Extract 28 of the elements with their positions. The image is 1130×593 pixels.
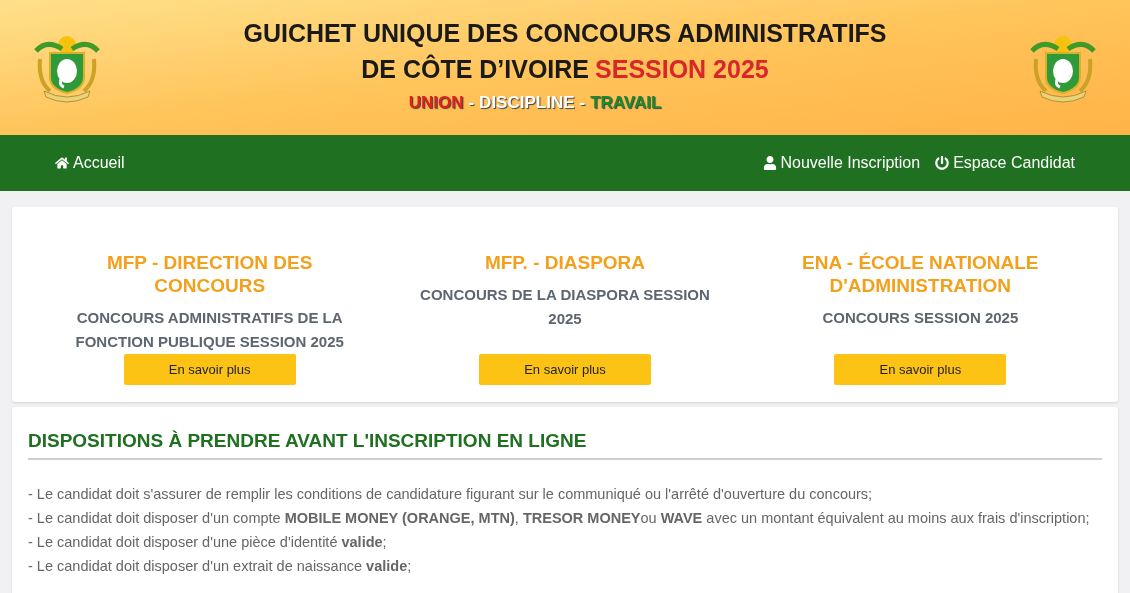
- section-heading: DISPOSITIONS À PRENDRE AVANT L'INSCRIPTION EN LIGNE: [28, 427, 1102, 460]
- home-icon: [55, 156, 69, 170]
- instruction-text: - Le candidat doit disposer d'un extrait de naissance valide;: [28, 556, 413, 576]
- card-subtitle: CONCOURS ADMINISTRATIFS DE LA FONCTION PUBLIQUE SESSION 2025: [74, 308, 345, 352]
- motto-word: -: [579, 91, 586, 114]
- more-button[interactable]: En savoir plus: [123, 354, 296, 385]
- motto-word: TRAVAIL: [590, 91, 662, 114]
- card-title: MFP. - DIASPORA: [483, 251, 647, 274]
- power-icon: [935, 156, 950, 170]
- instruction-text: - Le candidat doit disposer d'un compte MOBILE MONEY (ORANGE, MTN), TRESOR MONEYou WAVE avec un montant équivalent au moins aux frais d'inscription;: [28, 508, 1091, 528]
- card-subtitle: CONCOURS DE LA DIASPORA SESSION 2025: [419, 285, 711, 329]
- card-title: MFP - DIRECTION DES CONCOURS: [105, 251, 314, 297]
- nav-link[interactable]: Espace Candidat: [935, 151, 1075, 175]
- more-button[interactable]: En savoir plus: [834, 354, 1007, 385]
- site-title: DE CÔTE D’IVOIRE: [361, 53, 590, 85]
- instruction-text: - Le candidat doit s'assurer de remplir les conditions de candidature figurant sur le communiqué ou l'arrêté d'ouverture du concours;: [28, 484, 874, 504]
- motto-word: UNION: [408, 91, 464, 114]
- card-title: ENA - ÉCOLE NATIONALE D'ADMINISTRATION: [801, 251, 1040, 297]
- motto-word: DISCIPLINE: [479, 91, 575, 114]
- motto-word: -: [468, 91, 475, 114]
- nav-link[interactable]: Accueil: [55, 151, 125, 175]
- site-title: GUICHET UNIQUE DES CONCOURS ADMINISTRATIFS: [243, 17, 887, 49]
- card-subtitle: CONCOURS SESSION 2025: [821, 308, 1020, 328]
- session-label: SESSION 2025: [595, 53, 769, 85]
- more-button[interactable]: En savoir plus: [479, 354, 651, 385]
- nav-link[interactable]: Nouvelle Inscription: [762, 151, 921, 175]
- user-icon: [762, 156, 777, 170]
- instruction-text: - Le candidat doit disposer d'une pièce d'identité valide;: [28, 532, 388, 552]
